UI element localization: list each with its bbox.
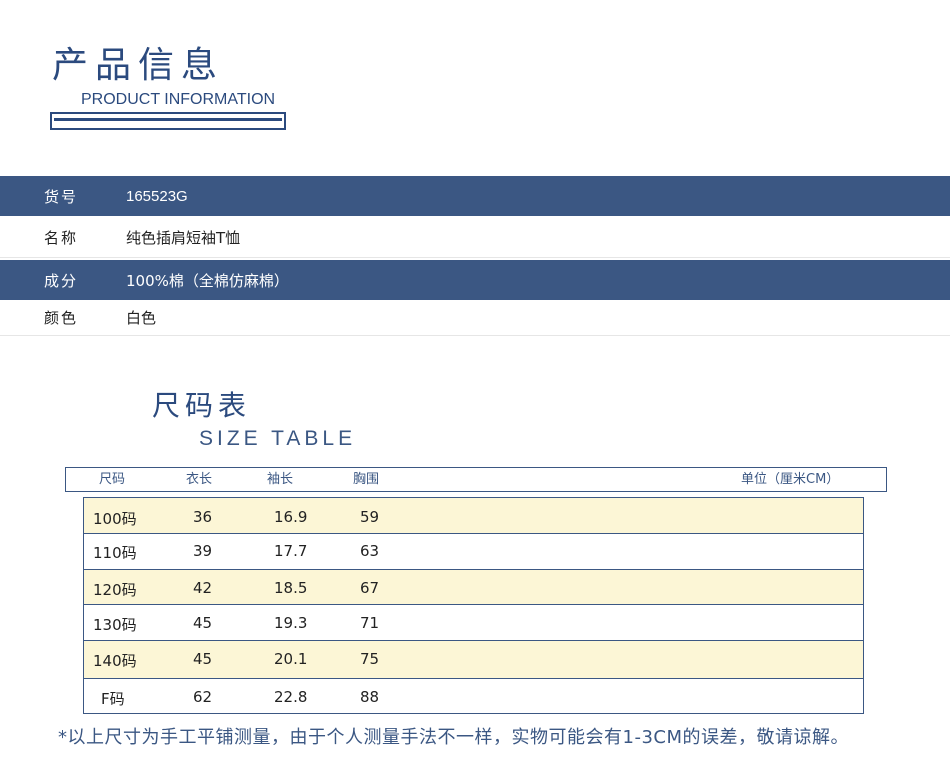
cell-sleeve: 18.5 xyxy=(274,579,308,597)
cell-sleeve: 20.1 xyxy=(274,650,308,668)
cell-length: 45 xyxy=(193,650,213,668)
cell-chest: 67 xyxy=(360,579,380,597)
table-row: 130码 45 19.3 71 xyxy=(84,604,863,640)
cell-length: 36 xyxy=(193,508,213,526)
column-header-size: 尺码 xyxy=(99,472,126,487)
column-header-length: 衣长 xyxy=(186,472,213,487)
cell-length: 42 xyxy=(193,579,213,597)
measurement-footnote: *以上尺寸为手工平铺测量，由于个人测量手法不一样，实物可能会有1-3CM的误差，… xyxy=(58,727,849,748)
table-row: 110码 39 17.7 63 xyxy=(84,533,863,569)
info-value: 白色 xyxy=(126,309,157,327)
cell-size: 110码 xyxy=(93,544,137,562)
cell-size: 100码 xyxy=(93,510,137,528)
table-row: F码 62 22.8 88 xyxy=(84,678,863,713)
info-value: 纯色插肩短袖T恤 xyxy=(126,229,241,247)
product-info-title: 产品信息 xyxy=(52,45,225,86)
size-table-subtitle: SIZE TABLE xyxy=(199,427,357,450)
info-value: 100%棉（全棉仿麻棉） xyxy=(126,271,289,290)
unit-label: 单位（厘米CM） xyxy=(741,472,840,487)
info-label: 颜色 xyxy=(44,309,79,327)
cell-sleeve: 22.8 xyxy=(274,688,308,706)
column-header-chest: 胸围 xyxy=(353,472,380,487)
info-row-name: 名称 纯色插肩短袖T恤 xyxy=(0,218,950,258)
size-table-title: 尺码表 xyxy=(152,389,252,422)
product-info-subtitle: PRODUCT INFORMATION xyxy=(81,91,276,108)
cell-sleeve: 17.7 xyxy=(274,542,308,560)
table-row: 120码 42 18.5 67 xyxy=(84,569,863,605)
cell-size: 140码 xyxy=(93,652,137,670)
column-header-sleeve: 袖长 xyxy=(267,472,294,487)
size-table-body: 100码 36 16.9 59 110码 39 17.7 63 120码 42 … xyxy=(83,497,864,714)
cell-sleeve: 19.3 xyxy=(274,614,308,632)
cell-chest: 63 xyxy=(360,542,380,560)
cell-chest: 88 xyxy=(360,688,380,706)
cell-length: 45 xyxy=(193,614,213,632)
info-row-composition: 成分 100%棉（全棉仿麻棉） xyxy=(0,260,950,300)
info-row-color: 颜色 白色 xyxy=(0,300,950,336)
cell-chest: 59 xyxy=(360,508,380,526)
cell-size: F码 xyxy=(101,690,125,708)
cell-chest: 71 xyxy=(360,614,380,632)
info-value: 165523G xyxy=(126,187,188,205)
table-row: 140码 45 20.1 75 xyxy=(84,640,863,678)
cell-size: 120码 xyxy=(93,581,137,599)
cell-length: 39 xyxy=(193,542,213,560)
cell-length: 62 xyxy=(193,688,213,706)
title-underline-inner xyxy=(54,118,282,121)
info-label: 货号 xyxy=(44,187,79,206)
info-row-item-number: 货号 165523G xyxy=(0,176,950,216)
table-row: 100码 36 16.9 59 xyxy=(84,497,863,534)
cell-sleeve: 16.9 xyxy=(274,508,308,526)
info-label: 成分 xyxy=(44,271,79,290)
cell-chest: 75 xyxy=(360,650,380,668)
info-label: 名称 xyxy=(44,229,79,247)
size-table-header: 尺码 衣长 袖长 胸围 单位（厘米CM） xyxy=(65,467,887,492)
cell-size: 130码 xyxy=(93,616,137,634)
title-underline-decoration xyxy=(50,112,286,130)
